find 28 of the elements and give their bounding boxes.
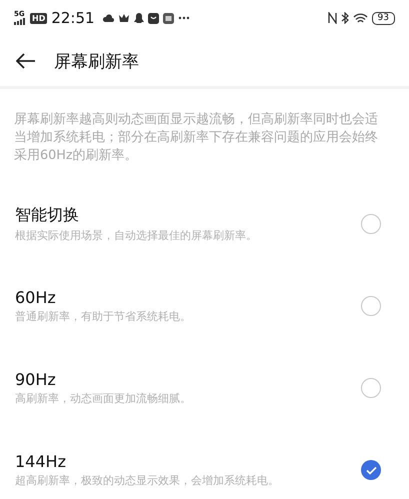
- radio-button[interactable]: [361, 296, 381, 316]
- option-title: 智能切换: [15, 205, 80, 226]
- crown-icon: [118, 13, 130, 23]
- back-icon[interactable]: [16, 53, 36, 69]
- option-title: 60Hz: [15, 288, 57, 307]
- radio-button[interactable]: [361, 214, 381, 234]
- hd-badge: HD: [30, 12, 48, 24]
- page-title: 屏幕刷新率: [54, 50, 139, 72]
- description-text: 屏幕刷新率越高则动态画面显示越流畅，但高刷新率同时也会适当增加系统耗电；部分在高刷新率下存在兼容问题的应用会始终采用60Hz的刷新率。: [14, 111, 379, 165]
- option-description: 普通刷新率，有助于节省系统耗电。: [15, 309, 192, 324]
- wifi-icon: [352, 12, 368, 24]
- option-description: 高刷新率，动态画面更加流畅细腻。: [15, 391, 192, 406]
- penguin-icon: [134, 12, 144, 24]
- clock: 22:51: [51, 9, 95, 27]
- option-description: 超高刷新率，极致的动态显示效果，会增加系统耗电。: [15, 473, 280, 488]
- more-icon: [178, 16, 190, 20]
- message-icon: [148, 12, 159, 24]
- option-description: 根据实际使用场景，自动选择最佳的屏幕刷新率。: [15, 228, 258, 243]
- check-icon: [366, 466, 376, 474]
- nfc-icon: [328, 12, 337, 24]
- option-title: 144Hz: [15, 452, 67, 471]
- radio-button[interactable]: [361, 460, 381, 480]
- battery-indicator: 93: [372, 12, 395, 24]
- bluetooth-icon: [340, 12, 349, 24]
- signal-icon: [14, 18, 26, 25]
- radio-button[interactable]: [361, 378, 381, 398]
- cloud-icon: [102, 13, 114, 23]
- option-title: 90Hz: [15, 370, 57, 389]
